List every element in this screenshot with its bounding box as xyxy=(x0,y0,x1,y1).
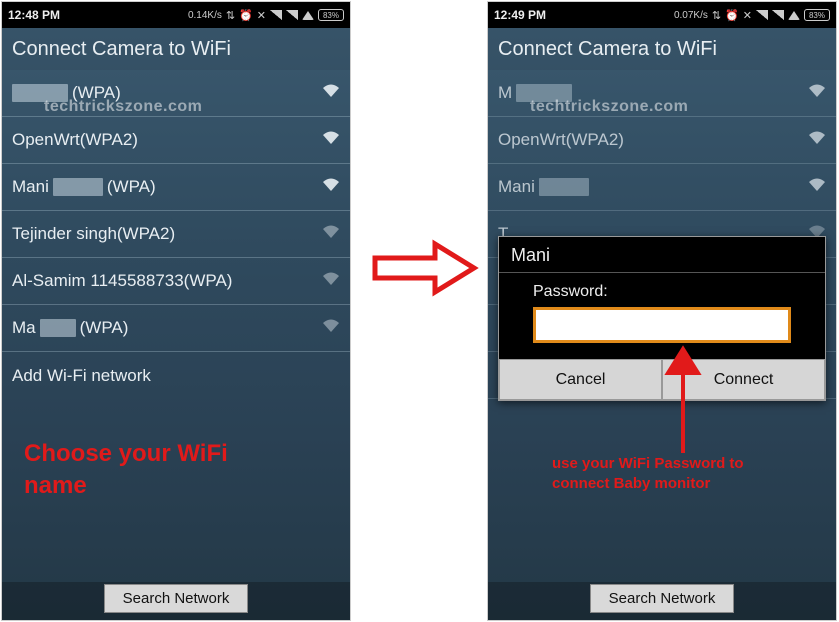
wifi-ssid: Tejinder singh(WPA2) xyxy=(12,224,322,244)
annotation-choose-wifi: Choose your WiFiname xyxy=(24,438,228,503)
arrow-up-icon xyxy=(658,345,708,455)
wifi-signal-icon xyxy=(322,131,340,150)
search-network-button[interactable]: Search Network xyxy=(104,584,249,613)
status-bar: 12:48 PM 0.14K/s ⇅ ⏰ ✕ 83% xyxy=(2,2,350,28)
alarm-icon: ⏰ xyxy=(239,9,253,22)
password-input[interactable] xyxy=(533,307,791,343)
signal-icon xyxy=(270,10,282,20)
wifi-icon xyxy=(302,11,314,20)
watermark-text: techtrickszone.com xyxy=(44,98,202,116)
wifi-ssid: Ma(WPA) xyxy=(12,318,322,338)
status-time: 12:49 PM xyxy=(494,8,546,22)
cancel-button[interactable]: Cancel xyxy=(499,360,662,400)
wifi-ssid: Al-Samim 1145588733(WPA) xyxy=(12,271,322,291)
bottom-bar: Search Network xyxy=(488,582,836,620)
arrow-right-icon xyxy=(370,238,480,298)
wifi-row[interactable]: Tejinder singh(WPA2) xyxy=(2,211,350,258)
battery-icon: 83% xyxy=(318,9,344,21)
wifi-row[interactable]: Mani xyxy=(488,164,836,211)
status-time: 12:48 PM xyxy=(8,8,60,22)
page-title: Connect Camera to WiFi xyxy=(488,28,836,70)
search-network-button[interactable]: Search Network xyxy=(590,584,735,613)
wifi-signal-icon xyxy=(322,272,340,291)
wifi-signal-icon xyxy=(322,319,340,338)
dialog-title: Mani xyxy=(499,237,825,273)
wifi-row[interactable]: OpenWrt(WPA2) xyxy=(488,117,836,164)
wifi-ssid: Mani xyxy=(498,177,808,197)
watermark-text: techtrickszone.com xyxy=(530,98,688,116)
wifi-row[interactable]: Ma(WPA) xyxy=(2,305,350,352)
signal-icon xyxy=(286,10,298,20)
add-wifi-network[interactable]: Add Wi-Fi network xyxy=(2,352,350,399)
signal-icon xyxy=(756,10,768,20)
add-wifi-label: Add Wi-Fi network xyxy=(12,366,151,386)
wifi-signal-icon xyxy=(322,84,340,103)
password-label: Password: xyxy=(533,283,791,301)
vibrate-icon: ✕ xyxy=(257,9,266,22)
wifi-ssid: OpenWrt(WPA2) xyxy=(498,130,808,150)
wifi-row[interactable]: Mani(WPA) xyxy=(2,164,350,211)
battery-icon: 83% xyxy=(804,9,830,21)
page-title: Connect Camera to WiFi xyxy=(2,28,350,70)
vibrate-icon: ✕ xyxy=(743,9,752,22)
status-bar: 12:49 PM 0.07K/s ⇅ ⏰ ✕ 83% xyxy=(488,2,836,28)
wifi-ssid: OpenWrt(WPA2) xyxy=(12,130,322,150)
status-network-speed: 0.07K/s xyxy=(674,10,708,21)
phone-screen-left: 12:48 PM 0.14K/s ⇅ ⏰ ✕ 83% Connect Camer… xyxy=(1,1,351,621)
wifi-signal-icon xyxy=(322,225,340,244)
wifi-row[interactable]: Al-Samim 1145588733(WPA) xyxy=(2,258,350,305)
signal-icon xyxy=(772,10,784,20)
annotation-use-password: use your WiFi Password toconnect Baby mo… xyxy=(552,454,744,495)
sync-icon: ⇅ xyxy=(226,9,235,22)
wifi-icon xyxy=(788,11,800,20)
status-network-speed: 0.14K/s xyxy=(188,10,222,21)
sync-icon: ⇅ xyxy=(712,9,721,22)
wifi-signal-icon xyxy=(808,84,826,103)
wifi-signal-icon xyxy=(808,131,826,150)
phone-screen-right: 12:49 PM 0.07K/s ⇅ ⏰ ✕ 83% Connect Camer… xyxy=(487,1,837,621)
wifi-ssid: Mani(WPA) xyxy=(12,177,322,197)
wifi-row[interactable]: OpenWrt(WPA2) xyxy=(2,117,350,164)
wifi-signal-icon xyxy=(808,178,826,197)
alarm-icon: ⏰ xyxy=(725,9,739,22)
bottom-bar: Search Network xyxy=(2,582,350,620)
wifi-signal-icon xyxy=(322,178,340,197)
